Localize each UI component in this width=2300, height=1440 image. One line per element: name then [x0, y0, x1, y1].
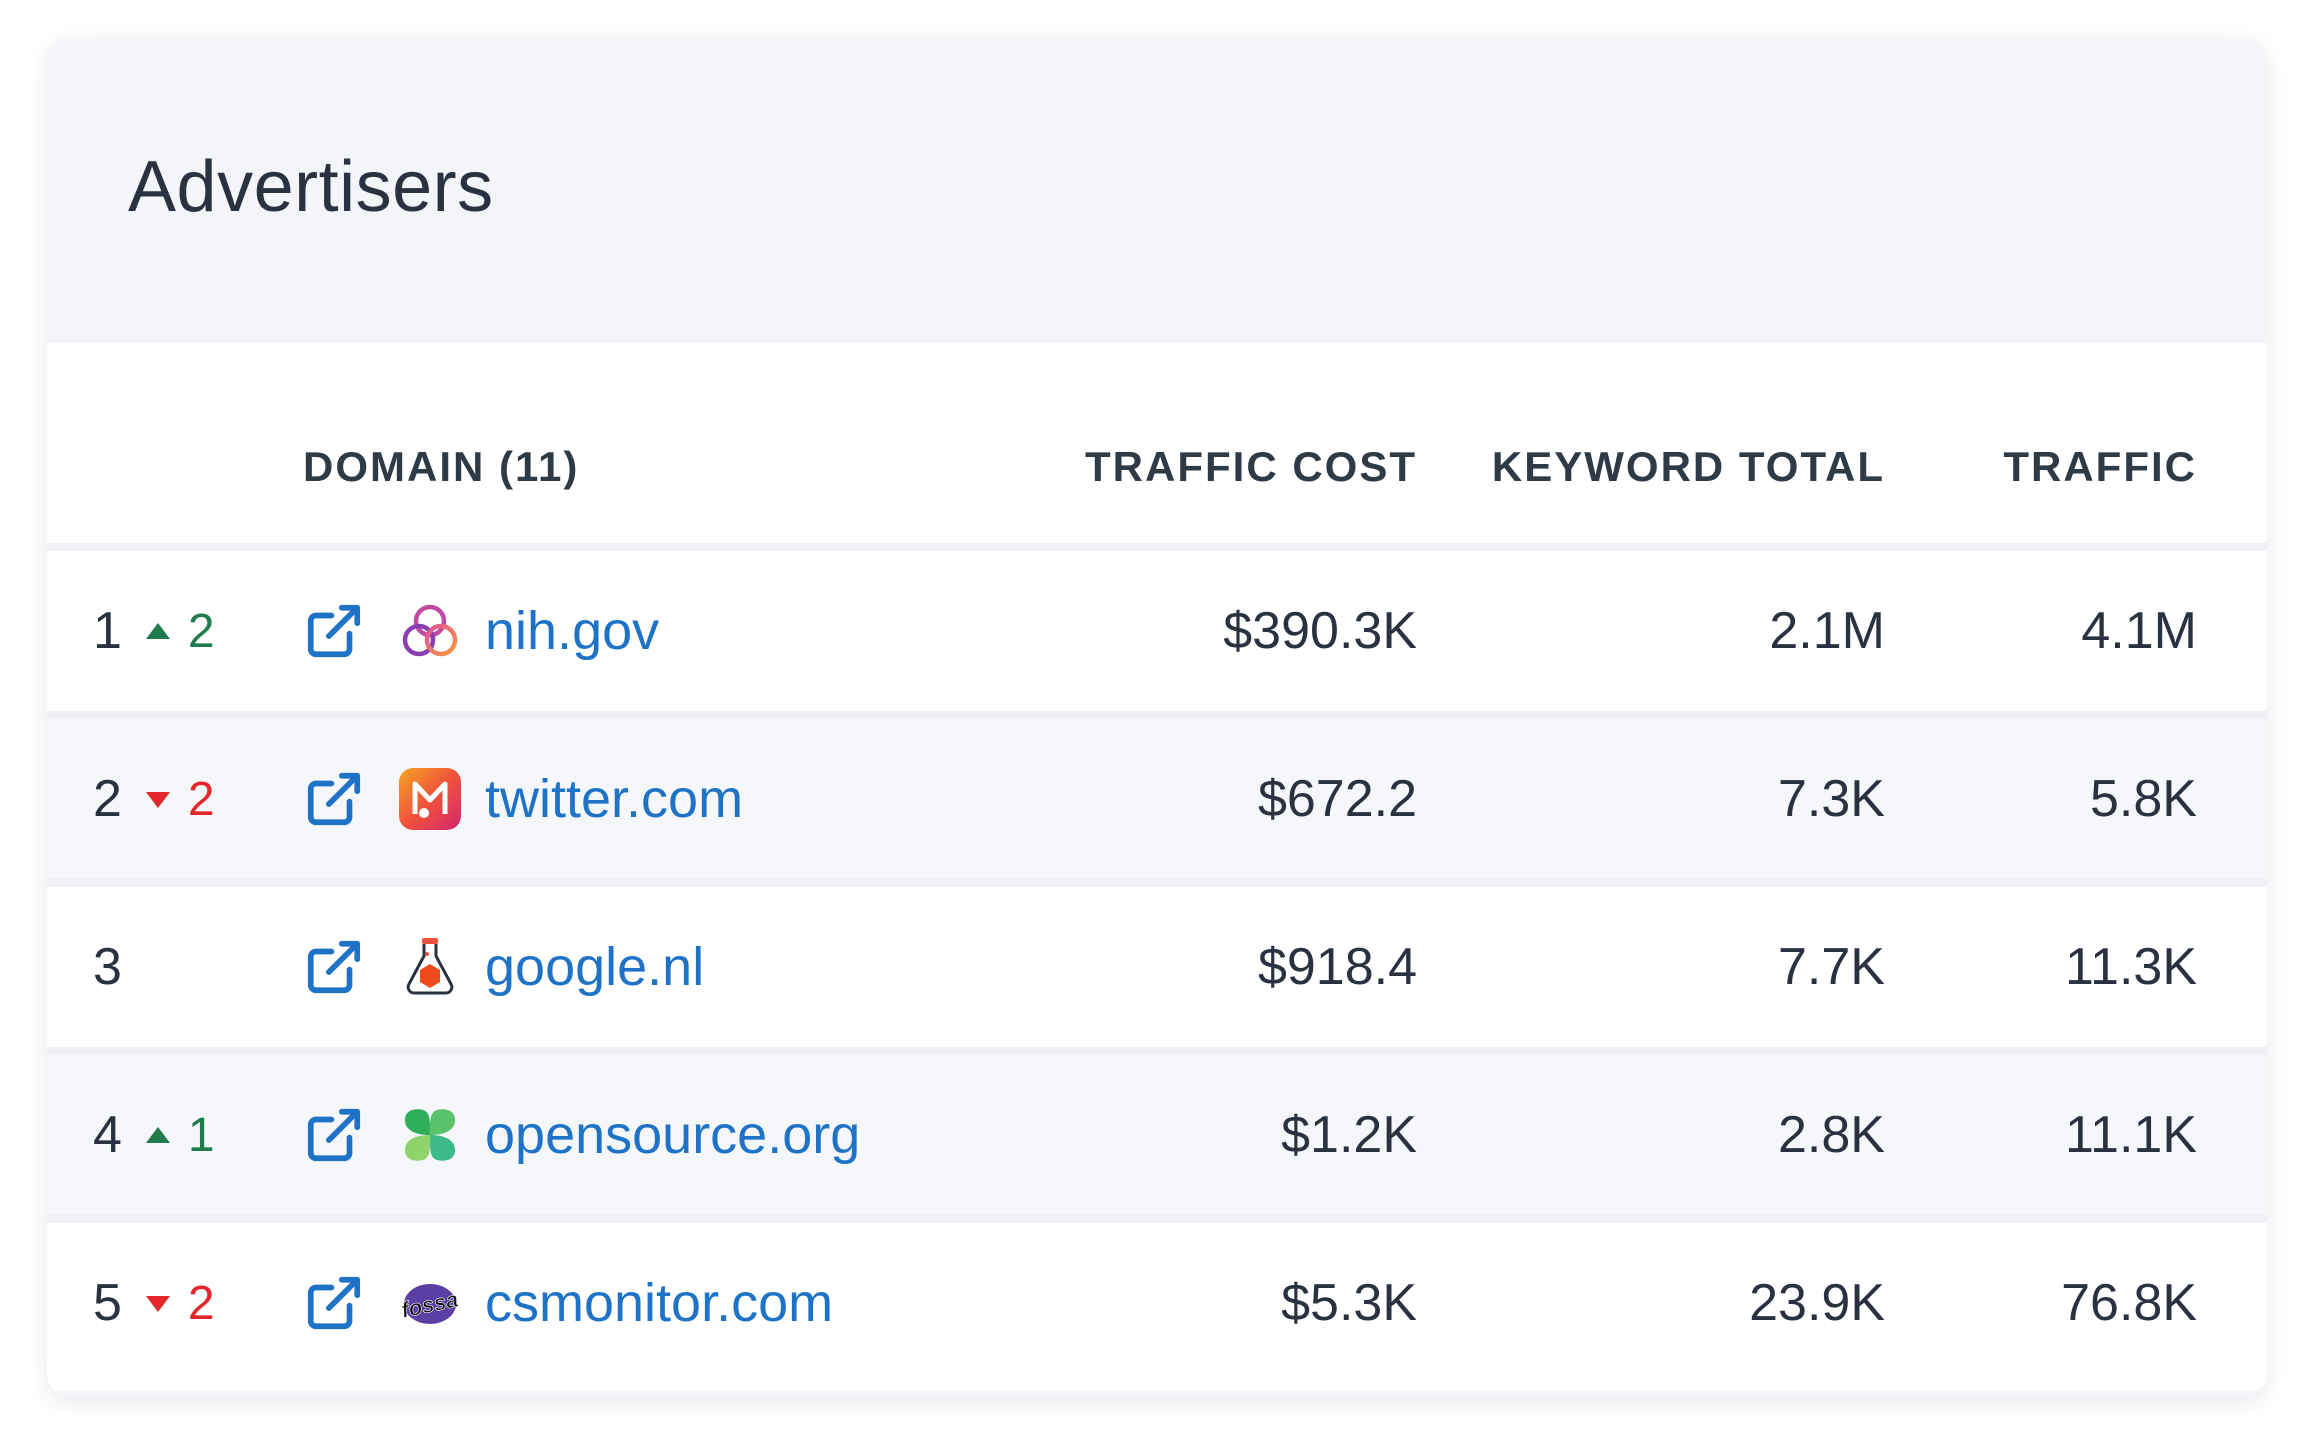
- table-row: 1 2 nih.gov $390.3K 2.1M 4.1M: [47, 551, 2267, 719]
- domain-cell: fossa csmonitor.com: [303, 1223, 1103, 1383]
- domain-link[interactable]: opensource.org: [485, 1104, 860, 1166]
- traffic-cell: 5.8K: [2090, 770, 2197, 828]
- arrow-down-icon: [145, 1296, 170, 1312]
- external-link-icon[interactable]: [303, 768, 365, 830]
- rank-delta: 2: [187, 604, 215, 658]
- traffic-cost-cell: $5.3K: [1281, 1274, 1417, 1332]
- advertisers-card: Advertisers DOMAIN (11) TRAFFIC COST KEY…: [47, 38, 2267, 1396]
- domain-cell: google.nl: [303, 887, 1103, 1047]
- column-header-traffic[interactable]: TRAFFIC: [1917, 443, 2197, 491]
- keyword-total-cell: 2.1M: [1769, 602, 1885, 660]
- arrow-down-icon: [145, 792, 170, 808]
- arrow-up-icon: [145, 623, 170, 639]
- advertisers-table: DOMAIN (11) TRAFFIC COST KEYWORD TOTAL T…: [47, 343, 2267, 1391]
- rank-cell: 1 2: [93, 551, 233, 711]
- green-clover-icon: [397, 1102, 463, 1168]
- domain-cell: nih.gov: [303, 551, 1103, 711]
- external-link-icon[interactable]: [303, 600, 365, 662]
- column-header-keyword-total[interactable]: KEYWORD TOTAL: [1447, 443, 1885, 491]
- domain-link[interactable]: csmonitor.com: [485, 1272, 833, 1334]
- table-row: 3 google.nl $918.4 7.7K 11.3K: [47, 887, 2267, 1055]
- traffic-cost-cell: $390.3K: [1223, 602, 1417, 660]
- table-row: 2 2 twitter.com $672.2 7.3K 5.8K: [47, 719, 2267, 887]
- traffic-cost-cell: $918.4: [1257, 938, 1417, 996]
- rank-number: 3: [93, 938, 122, 996]
- rank-cell: 5 2: [93, 1223, 233, 1383]
- keyword-total-cell: 7.7K: [1778, 938, 1885, 996]
- rank-cell: 2 2: [93, 719, 233, 879]
- domain-cell: opensource.org: [303, 1055, 1103, 1215]
- flask-icon: [397, 934, 463, 1000]
- rank-cell: 3: [93, 887, 233, 1047]
- domain-cell: twitter.com: [303, 719, 1103, 879]
- external-link-icon[interactable]: [303, 936, 365, 998]
- rank-delta: 1: [187, 1108, 215, 1162]
- fossa-logo-text: fossa: [399, 1286, 460, 1322]
- traffic-cell: 11.3K: [2064, 938, 2197, 996]
- traffic-cell: 76.8K: [2061, 1274, 2197, 1332]
- domain-link[interactable]: google.nl: [485, 936, 704, 998]
- keyword-total-cell: 2.8K: [1778, 1106, 1885, 1164]
- domain-link[interactable]: nih.gov: [485, 600, 659, 662]
- table-header: DOMAIN (11) TRAFFIC COST KEYWORD TOTAL T…: [47, 343, 2267, 551]
- rank-number: 5: [93, 1274, 122, 1332]
- external-link-icon[interactable]: [303, 1272, 365, 1334]
- table-row: 5 2 fossa csmonitor.com $5.3K 23.9K 76.8…: [47, 1223, 2267, 1391]
- rank-cell: 4 1: [93, 1055, 233, 1215]
- traffic-cell: 11.1K: [2064, 1106, 2197, 1164]
- keyword-total-cell: 7.3K: [1778, 770, 1885, 828]
- column-header-traffic-cost[interactable]: TRAFFIC COST: [1027, 443, 1417, 491]
- traffic-cost-cell: $1.2K: [1281, 1106, 1417, 1164]
- rank-number: 4: [93, 1106, 122, 1164]
- rank-delta: 2: [187, 772, 215, 826]
- arrow-up-icon: [145, 1127, 170, 1143]
- traffic-cost-cell: $672.2: [1257, 770, 1417, 828]
- external-link-icon[interactable]: [303, 1104, 365, 1166]
- table-row: 4 1 opensource.org $1.2K 2.8K 11.1K: [47, 1055, 2267, 1223]
- column-header-domain[interactable]: DOMAIN (11): [303, 443, 579, 491]
- music-m-app-icon: [397, 766, 463, 832]
- fossa-logo: fossa: [397, 1270, 463, 1336]
- keyword-total-cell: 23.9K: [1749, 1274, 1885, 1332]
- rank-delta: 2: [187, 1276, 215, 1330]
- rank-number: 2: [93, 770, 122, 828]
- domain-link[interactable]: twitter.com: [485, 768, 743, 830]
- card-title: Advertisers: [128, 147, 494, 227]
- traffic-cell: 4.1M: [2081, 602, 2197, 660]
- rank-number: 1: [93, 602, 122, 660]
- triple-ring-icon: [397, 598, 463, 664]
- card-header: Advertisers: [47, 38, 2267, 343]
